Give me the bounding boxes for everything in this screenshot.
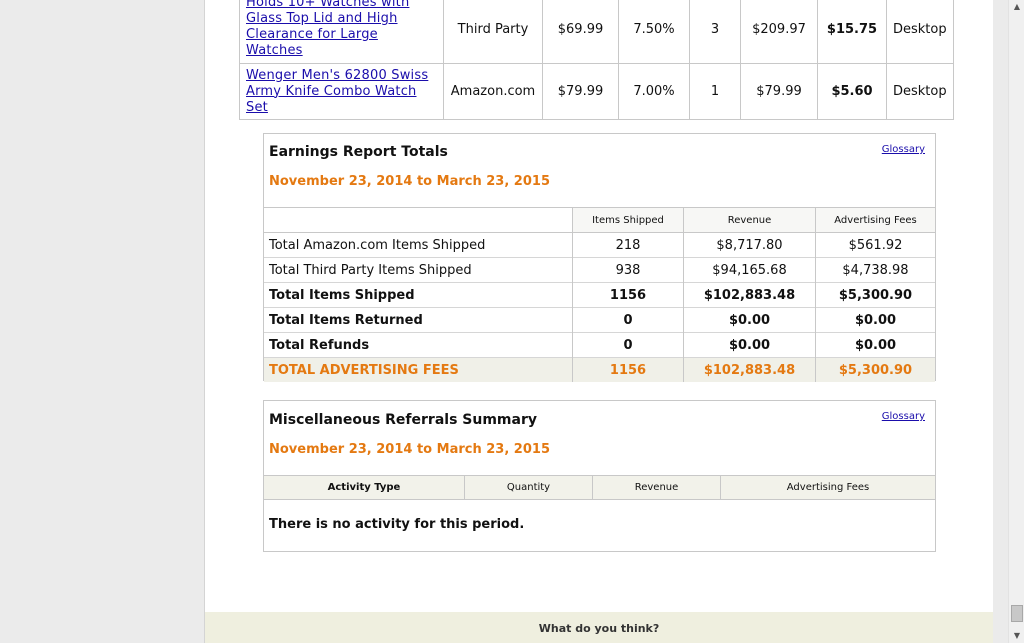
price-cell: $79.99: [542, 63, 619, 120]
feedback-prompt[interactable]: What do you think?: [205, 622, 993, 635]
row-revenue: $0.00: [683, 332, 816, 358]
row-revenue: $102,883.48: [683, 357, 816, 382]
misc-referrals-title: Miscellaneous Referrals Summary: [269, 412, 537, 428]
row-items: 1156: [572, 357, 684, 382]
header-revenue: Revenue: [592, 475, 721, 500]
scroll-down-arrow-icon[interactable]: ▼: [1009, 629, 1024, 643]
row-fees: $4,738.98: [815, 257, 935, 283]
fee-cell: $15.75: [817, 0, 887, 64]
fee-cell: $5.60: [817, 63, 887, 120]
row-label: TOTAL ADVERTISING FEES: [264, 357, 573, 382]
row-fees: $561.92: [815, 232, 935, 258]
earnings-totals-box: Earnings Report Totals Glossary November…: [263, 133, 936, 382]
row-items: 1156: [572, 282, 684, 308]
revenue-cell: $209.97: [740, 0, 818, 64]
device-cell: Desktop: [886, 63, 954, 120]
row-label: Total Amazon.com Items Shipped: [264, 232, 573, 258]
misc-referrals-box: Miscellaneous Referrals Summary Glossary…: [263, 400, 936, 552]
page-content: Holds 10+ Watches with Glass Top Lid and…: [204, 0, 993, 643]
qty-cell: 1: [689, 63, 741, 120]
header-blank: [264, 207, 573, 233]
misc-header-row: Activity Type Quantity Revenue Advertisi…: [264, 475, 935, 500]
header-advertising-fees: Advertising Fees: [815, 207, 935, 233]
rate-cell: 7.50%: [618, 0, 690, 64]
product-link[interactable]: Holds 10+ Watches with Glass Top Lid and…: [239, 0, 444, 64]
price-cell: $69.99: [542, 0, 619, 64]
row-label: Total Refunds: [264, 332, 573, 358]
row-revenue: $94,165.68: [683, 257, 816, 283]
row-items: 0: [572, 332, 684, 358]
row-revenue: $0.00: [683, 307, 816, 333]
table-row: Total Refunds 0 $0.00 $0.00: [264, 332, 935, 358]
revenue-cell: $79.99: [740, 63, 818, 120]
row-fees: $5,300.90: [815, 282, 935, 308]
seller-cell: Third Party: [443, 0, 543, 64]
scroll-up-arrow-icon[interactable]: ▲: [1009, 0, 1024, 14]
header-items-shipped: Items Shipped: [572, 207, 684, 233]
table-row: Total Items Shipped 1156 $102,883.48 $5,…: [264, 282, 935, 308]
totals-table: Items Shipped Revenue Advertising Fees T…: [264, 207, 935, 382]
qty-cell: 3: [689, 0, 741, 64]
row-fees: $0.00: [815, 307, 935, 333]
row-revenue: $102,883.48: [683, 282, 816, 308]
feedback-band: What do you think?: [205, 612, 993, 643]
row-fees: $5,300.90: [815, 357, 935, 382]
table-row: Total Third Party Items Shipped 938 $94,…: [264, 257, 935, 283]
glossary-link[interactable]: Glossary: [882, 411, 925, 422]
table-row: Total Items Returned 0 $0.00 $0.00: [264, 307, 935, 333]
table-row: Wenger Men's 62800 Swiss Army Knife Comb…: [239, 63, 954, 120]
glossary-link[interactable]: Glossary: [882, 144, 925, 155]
misc-table: Activity Type Quantity Revenue Advertisi…: [264, 475, 935, 500]
header-quantity: Quantity: [464, 475, 593, 500]
row-items: 218: [572, 232, 684, 258]
row-label: Total Third Party Items Shipped: [264, 257, 573, 283]
header-activity-type: Activity Type: [264, 475, 465, 500]
header-advertising-fees: Advertising Fees: [720, 475, 935, 500]
header-revenue: Revenue: [683, 207, 816, 233]
date-range: November 23, 2014 to March 23, 2015: [269, 442, 550, 457]
device-cell: Desktop: [886, 0, 954, 64]
table-row: Holds 10+ Watches with Glass Top Lid and…: [239, 0, 954, 64]
product-link[interactable]: Wenger Men's 62800 Swiss Army Knife Comb…: [239, 63, 444, 120]
table-row: Total Amazon.com Items Shipped 218 $8,71…: [264, 232, 935, 258]
rate-cell: 7.00%: [618, 63, 690, 120]
totals-header-row: Items Shipped Revenue Advertising Fees: [264, 207, 935, 233]
row-revenue: $8,717.80: [683, 232, 816, 258]
row-items: 0: [572, 307, 684, 333]
seller-cell: Amazon.com: [443, 63, 543, 120]
date-range: November 23, 2014 to March 23, 2015: [269, 174, 550, 189]
vertical-scrollbar[interactable]: ▲ ▼: [1008, 0, 1024, 643]
row-fees: $0.00: [815, 332, 935, 358]
grand-total-row: TOTAL ADVERTISING FEES 1156 $102,883.48 …: [264, 357, 935, 382]
product-table: Holds 10+ Watches with Glass Top Lid and…: [239, 0, 954, 120]
no-activity-message: There is no activity for this period.: [269, 517, 525, 532]
row-label: Total Items Returned: [264, 307, 573, 333]
row-items: 938: [572, 257, 684, 283]
scroll-thumb[interactable]: [1011, 605, 1023, 622]
row-label: Total Items Shipped: [264, 282, 573, 308]
earnings-totals-title: Earnings Report Totals: [269, 144, 448, 160]
